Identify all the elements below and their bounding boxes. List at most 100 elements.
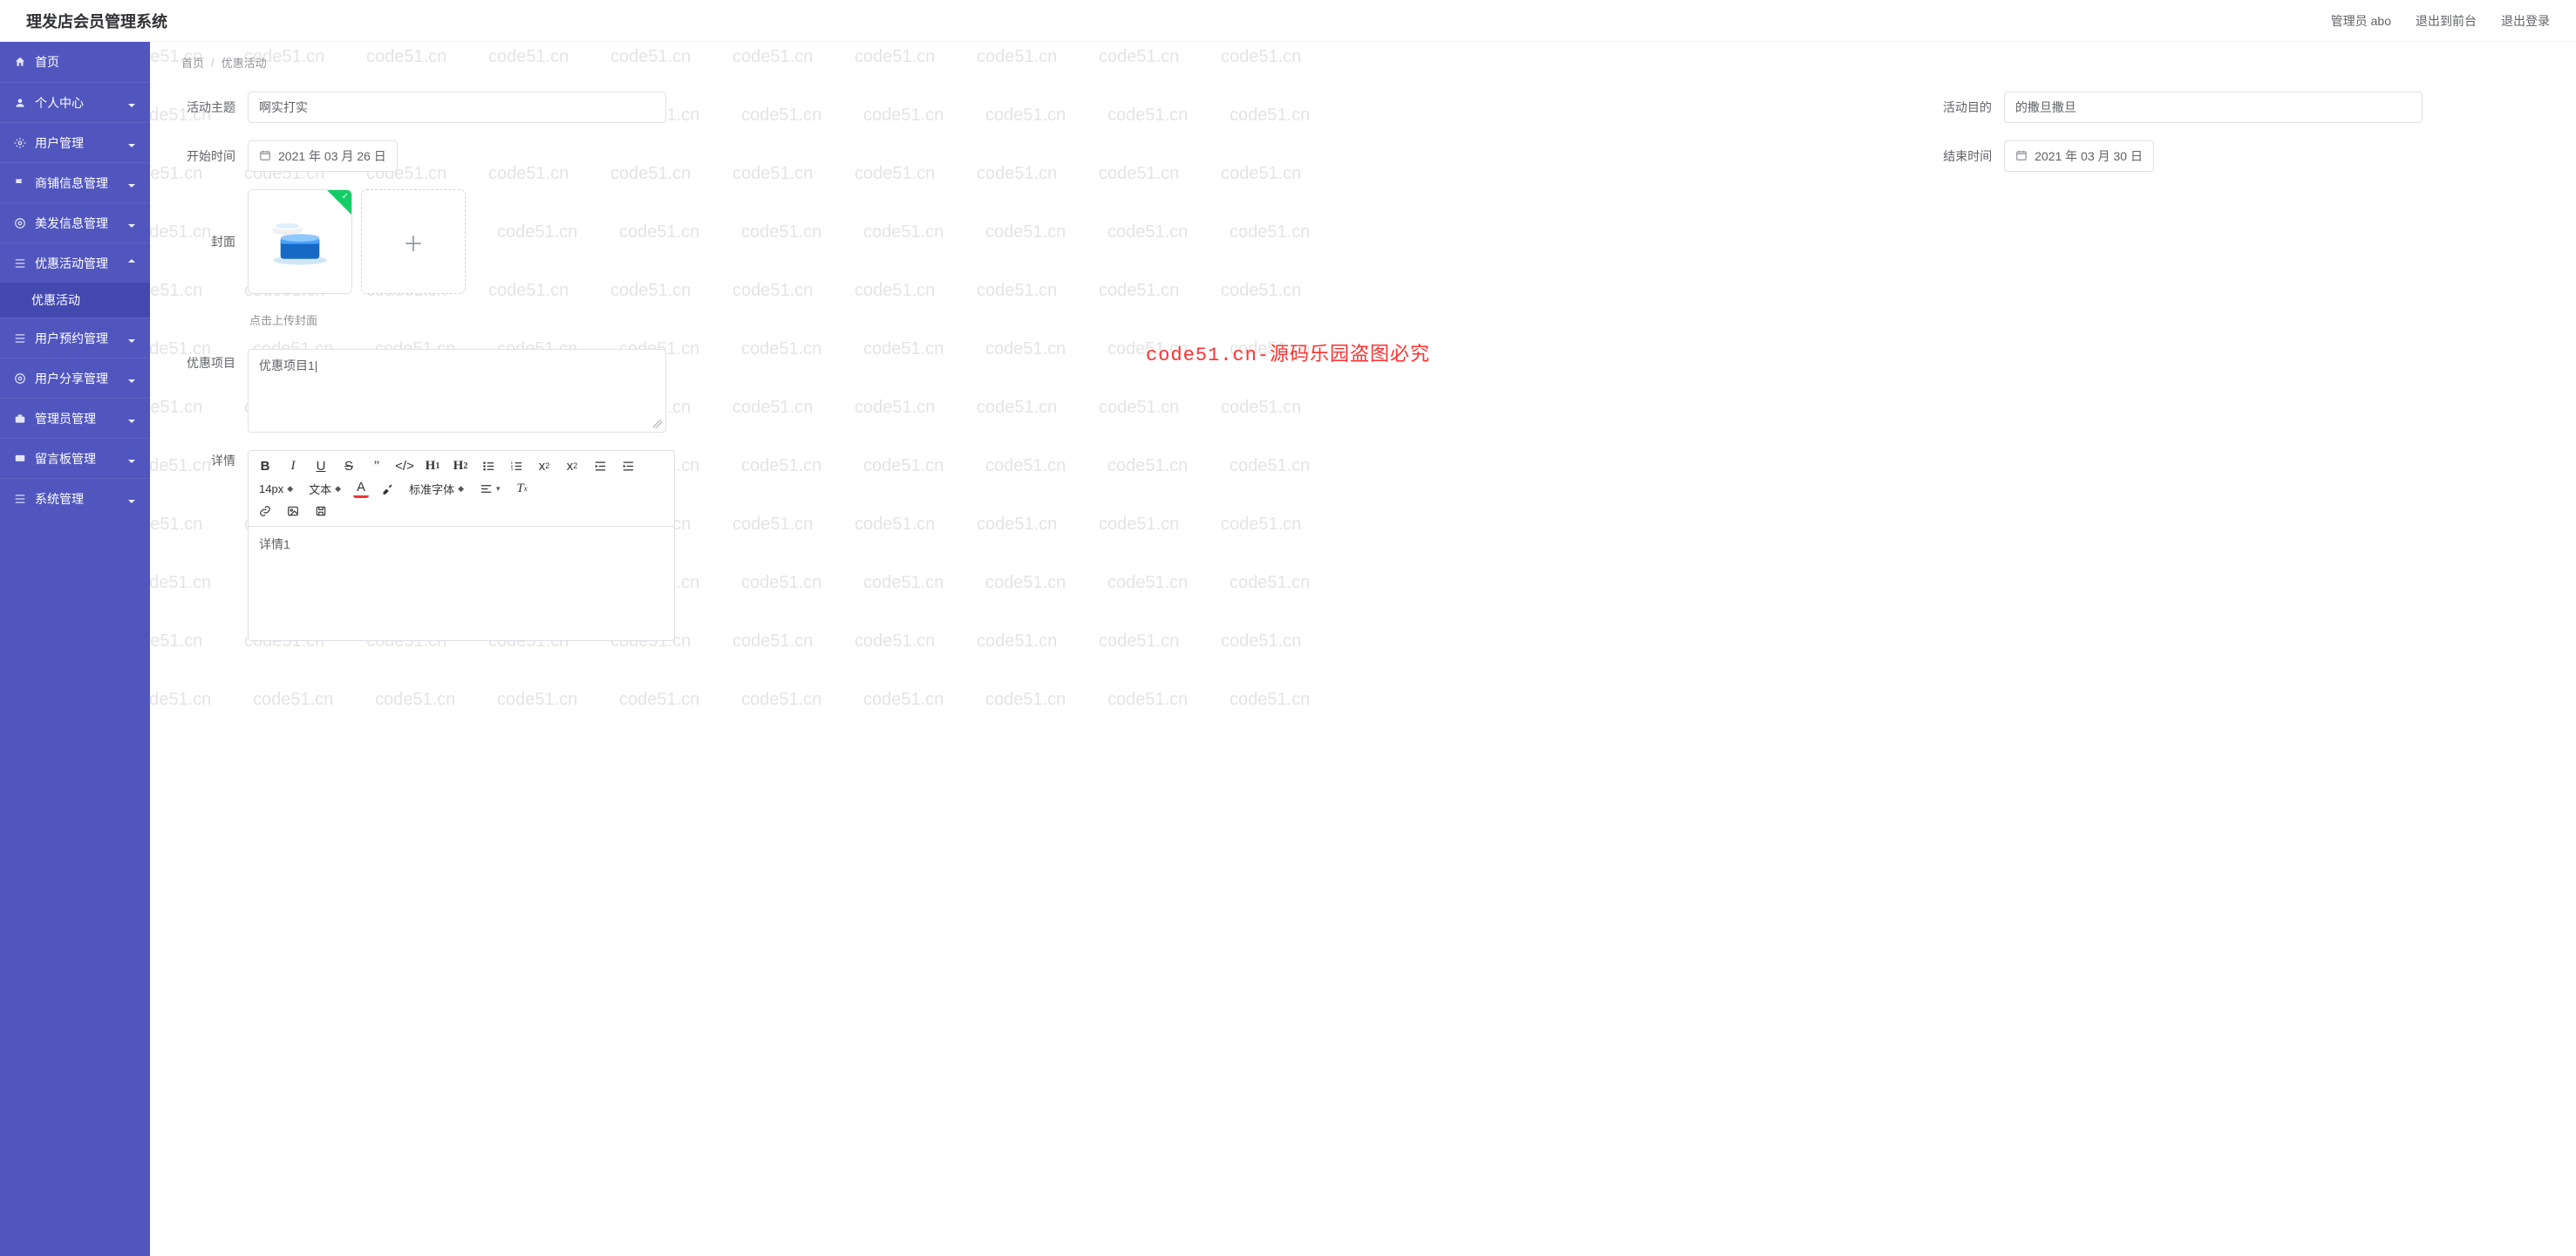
- logout-link[interactable]: 退出登录: [2501, 12, 2550, 30]
- image-button[interactable]: [283, 502, 303, 521]
- purpose-label: 活动目的: [1938, 99, 1992, 116]
- chevron-down-icon: [127, 414, 136, 423]
- gear-icon: [14, 217, 26, 229]
- start-time-label: 开始时间: [181, 147, 235, 165]
- fontfamily-value: 标准字体: [409, 481, 454, 497]
- italic-button[interactable]: I: [283, 456, 303, 475]
- product-image: [261, 215, 339, 268]
- app-title: 理发店会员管理系统: [26, 10, 167, 32]
- text-color-button[interactable]: A: [353, 479, 369, 498]
- code-button[interactable]: </>: [395, 456, 414, 475]
- editor-content[interactable]: 详情1: [249, 527, 674, 640]
- breadcrumb: 首页 / 优惠活动: [150, 42, 2576, 83]
- plus-icon: ＋: [403, 227, 424, 257]
- resize-handle-icon[interactable]: [653, 420, 662, 428]
- check-icon: ✓: [342, 192, 349, 201]
- chevron-down-icon: [127, 179, 136, 188]
- top-header: 理发店会员管理系统 管理员 abo 退出到前台 退出登录: [0, 0, 2576, 42]
- ordered-list-button[interactable]: 123: [507, 456, 526, 475]
- indent-button[interactable]: [618, 456, 637, 475]
- sidebar-item-label: 系统管理: [35, 490, 84, 508]
- superscript-button[interactable]: x2: [562, 456, 582, 475]
- start-time-value: 2021 年 03 月 26 日: [278, 147, 386, 165]
- h1-button[interactable]: H1: [423, 456, 442, 475]
- bullet-list-button[interactable]: [479, 456, 498, 475]
- briefcase-icon: [14, 413, 26, 425]
- list-icon: [14, 493, 26, 505]
- chevron-down-icon: [127, 139, 136, 147]
- header-actions: 管理员 abo 退出到前台 退出登录: [2331, 12, 2550, 30]
- quote-button[interactable]: ”: [367, 456, 386, 475]
- gear-icon: [14, 137, 26, 149]
- sidebar-item-hair-info[interactable]: 美发信息管理: [0, 202, 150, 242]
- chevron-down-icon: [127, 99, 136, 107]
- chevron-down-icon: [127, 334, 136, 343]
- calendar-icon: [259, 149, 271, 164]
- project-value: 优惠项目1|: [259, 358, 317, 372]
- outdent-button[interactable]: [590, 456, 610, 475]
- start-time-input[interactable]: 2021 年 03 月 26 日: [248, 140, 398, 172]
- sidebar-item-label: 用户预约管理: [35, 330, 108, 347]
- sidebar-item-shares[interactable]: 用户分享管理: [0, 358, 150, 398]
- highlight-color-button[interactable]: [378, 479, 397, 498]
- topic-value: 啊实打实: [259, 99, 308, 116]
- end-time-value: 2021 年 03 月 30 日: [2034, 147, 2143, 165]
- add-cover-button[interactable]: ＋: [361, 189, 466, 294]
- sidebar: 首页 个人中心 用户管理 商铺信息管理 美发信息管理: [0, 42, 150, 1256]
- exit-front-link[interactable]: 退出到前台: [2416, 12, 2477, 30]
- strikethrough-button[interactable]: S: [339, 456, 358, 475]
- cover-image-thumbnail[interactable]: ✓: [248, 189, 352, 294]
- h2-button[interactable]: H2: [451, 456, 470, 475]
- subscript-button[interactable]: x2: [535, 456, 554, 475]
- align-select[interactable]: ▾: [476, 479, 504, 498]
- cover-label: 封面: [181, 233, 235, 250]
- upload-hint: 点击上传封面: [249, 311, 2545, 328]
- sidebar-item-messages[interactable]: 留言板管理: [0, 438, 150, 478]
- home-icon: [14, 56, 26, 68]
- fontsize-select[interactable]: 14px◆: [256, 479, 296, 498]
- link-button[interactable]: [256, 502, 275, 521]
- chevron-down-icon: [127, 495, 136, 503]
- calendar-icon: [2015, 149, 2027, 164]
- detail-content-value: 详情1: [259, 537, 290, 551]
- sidebar-item-admins[interactable]: 管理员管理: [0, 398, 150, 438]
- fontsize-value: 14px: [259, 482, 283, 495]
- sidebar-item-reservations[interactable]: 用户预约管理: [0, 317, 150, 358]
- bold-button[interactable]: B: [256, 456, 275, 475]
- clear-format-button[interactable]: Tx: [513, 479, 532, 498]
- sidebar-item-label: 用户分享管理: [35, 370, 108, 387]
- sidebar-item-home[interactable]: 首页: [0, 42, 150, 82]
- chevron-up-icon: [127, 259, 136, 268]
- project-textarea[interactable]: 优惠项目1|: [248, 349, 666, 433]
- purpose-input[interactable]: 的撒旦撒旦: [2004, 92, 2423, 123]
- sidebar-item-shops[interactable]: 商铺信息管理: [0, 162, 150, 202]
- gear-icon: [14, 372, 26, 385]
- sidebar-item-label: 个人中心: [35, 94, 84, 112]
- sidebar-item-label: 留言板管理: [35, 450, 96, 468]
- sidebar-subitem-promotions[interactable]: 优惠活动: [0, 283, 150, 317]
- sidebar-item-system[interactable]: 系统管理: [0, 478, 150, 518]
- rich-text-editor: B I U S ” </> H1 H2 123 x2 x2: [248, 450, 675, 641]
- end-time-input[interactable]: 2021 年 03 月 30 日: [2004, 140, 2154, 172]
- save-button[interactable]: [311, 502, 331, 521]
- detail-label: 详情: [181, 452, 235, 469]
- sidebar-item-label: 美发信息管理: [35, 215, 108, 232]
- breadcrumb-home[interactable]: 首页: [181, 54, 204, 71]
- chevron-down-icon: [127, 374, 136, 383]
- sidebar-item-label: 商铺信息管理: [35, 174, 108, 192]
- admin-label[interactable]: 管理员 abo: [2331, 12, 2391, 30]
- svg-text:3: 3: [510, 467, 513, 471]
- sidebar-item-users[interactable]: 用户管理: [0, 122, 150, 162]
- sidebar-item-promotions[interactable]: 优惠活动管理: [0, 242, 150, 283]
- topic-label: 活动主题: [181, 99, 235, 116]
- fontfamily-select[interactable]: 标准字体◆: [405, 479, 467, 498]
- topic-input[interactable]: 啊实打实: [248, 92, 666, 123]
- underline-button[interactable]: U: [311, 456, 331, 475]
- message-icon: [14, 453, 26, 465]
- breadcrumb-current: 优惠活动: [221, 54, 267, 71]
- sidebar-item-label: 用户管理: [35, 134, 84, 152]
- sidebar-item-profile[interactable]: 个人中心: [0, 82, 150, 122]
- chevron-down-icon: [127, 219, 136, 228]
- textstyle-select[interactable]: 文本◆: [305, 479, 344, 498]
- list-icon: [14, 257, 26, 270]
